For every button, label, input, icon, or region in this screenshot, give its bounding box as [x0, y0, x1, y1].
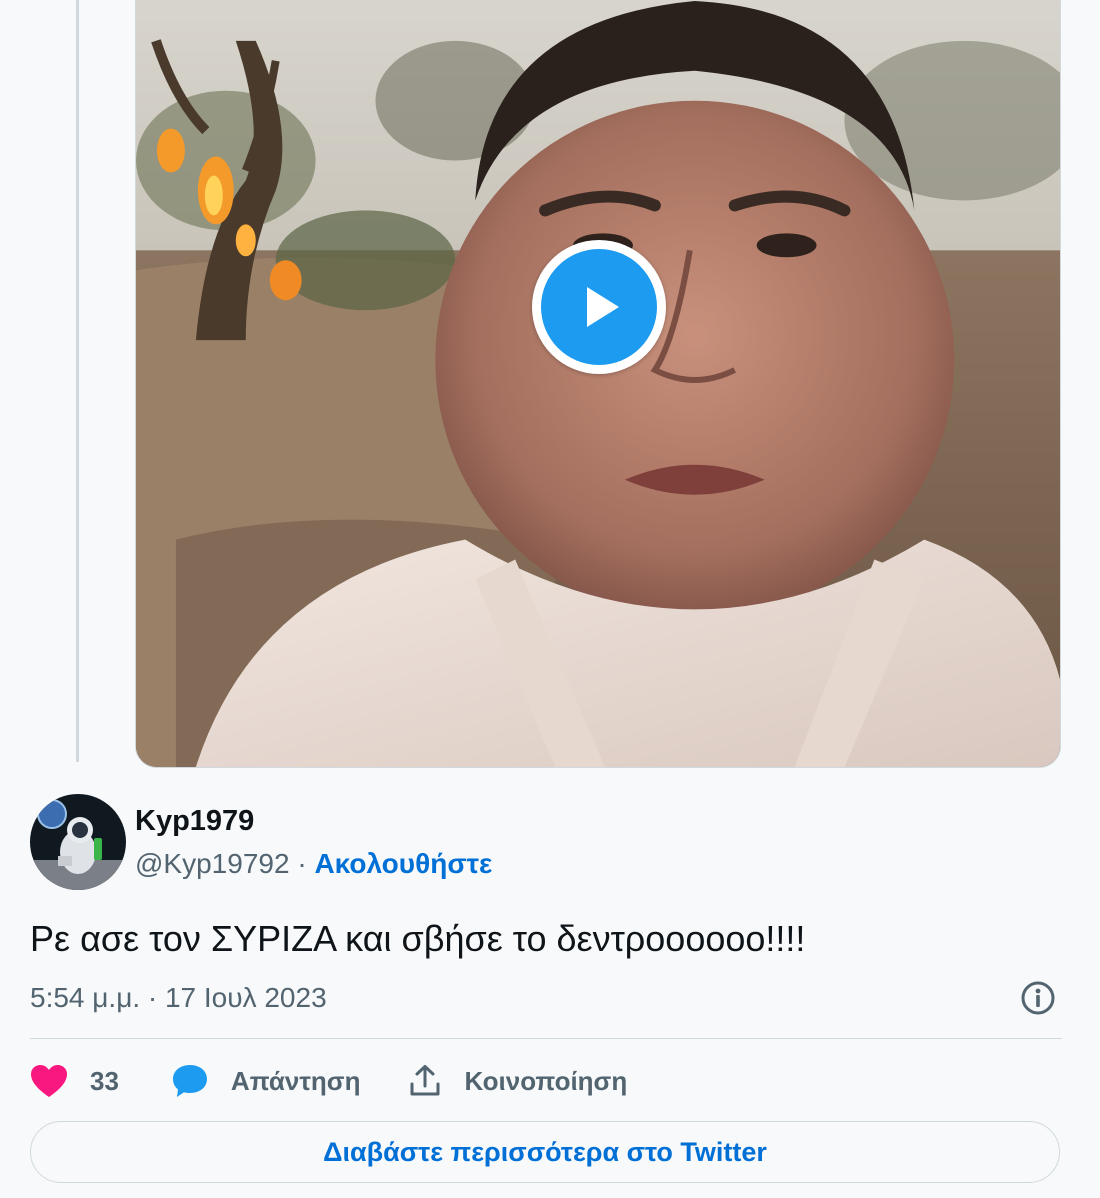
- separator-dot: ·: [297, 848, 307, 879]
- share-button[interactable]: Κοινοποίηση: [408, 1064, 627, 1098]
- read-more-button[interactable]: Διαβάστε περισσότερα στο Twitter: [30, 1121, 1060, 1183]
- reply-button[interactable]: Απάντηση: [171, 1063, 361, 1099]
- tweet-actions: 33 Απάντηση Κοινοποίηση: [30, 1058, 627, 1104]
- play-icon: [541, 249, 657, 365]
- share-upload-icon: [408, 1064, 442, 1098]
- like-count: 33: [90, 1065, 119, 1096]
- speech-bubble-icon: [171, 1063, 209, 1099]
- reply-label: Απάντηση: [230, 1065, 361, 1096]
- display-name[interactable]: Kyp1979: [135, 805, 254, 838]
- handle-line: @Kyp19792 · Ακολουθήστε: [135, 848, 492, 880]
- divider: [30, 1038, 1062, 1039]
- share-label: Κοινοποίηση: [464, 1065, 628, 1096]
- user-handle[interactable]: @Kyp19792: [135, 848, 290, 879]
- video-thumbnail[interactable]: [135, 0, 1061, 768]
- heart-icon: [30, 1064, 68, 1098]
- thread-connector-line: [76, 0, 79, 762]
- like-button[interactable]: 33: [30, 1064, 119, 1098]
- tweet-timestamp[interactable]: 5:54 μ.μ. · 17 Ιουλ 2023: [30, 982, 327, 1014]
- tweet-text: Ρε ασε τον ΣΥΡΙΖΑ και σβήσε το δεντροοοο…: [30, 918, 806, 959]
- avatar[interactable]: [30, 794, 126, 890]
- avatar-image: [30, 794, 126, 890]
- video-frame-image: [136, 0, 1060, 767]
- embedded-tweet: Kyp1979 @Kyp19792 · Ακολουθήστε Ρε ασε τ…: [0, 0, 1100, 1198]
- play-button[interactable]: [532, 240, 666, 374]
- info-icon[interactable]: [1020, 980, 1056, 1016]
- follow-link[interactable]: Ακολουθήστε: [314, 848, 492, 879]
